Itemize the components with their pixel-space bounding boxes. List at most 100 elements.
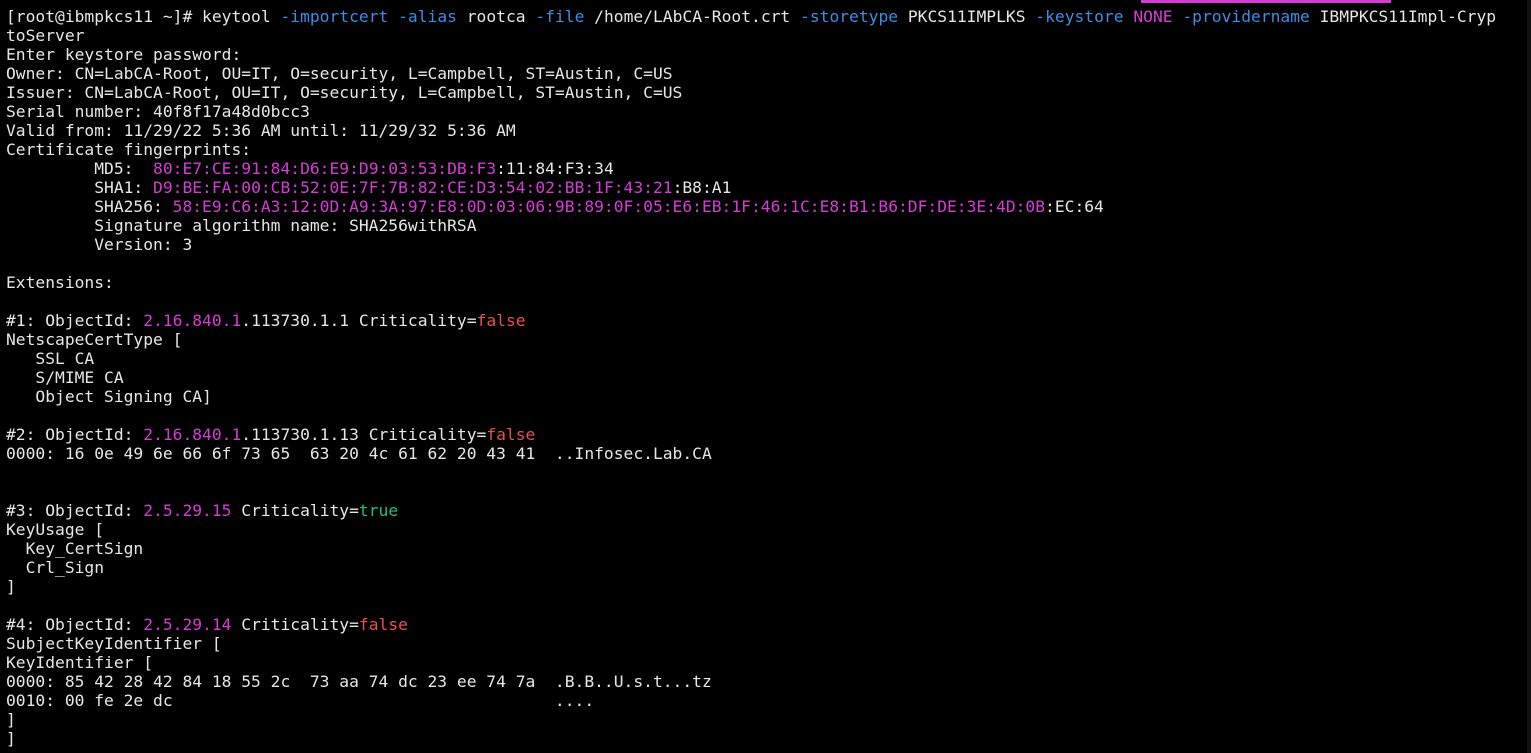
terminal-text-segment: Version: 3 xyxy=(6,235,193,254)
terminal-text-segment: #1: ObjectId: xyxy=(6,311,144,330)
terminal-text-segment: toServer xyxy=(6,26,85,45)
terminal-text-segment: :B8:A1 xyxy=(672,178,732,197)
terminal-text-segment: [root@ibmpkcs11 ~]# keytool xyxy=(6,7,281,26)
terminal-line: Serial number: 40f8f17a48d0bcc3 xyxy=(6,102,1531,121)
terminal-text-segment: :11:84:F3:34 xyxy=(496,159,614,178)
terminal-text-segment: #3: ObjectId: xyxy=(6,501,144,520)
scrollbar[interactable] xyxy=(1527,0,1531,753)
terminal-text-segment: MD5: xyxy=(6,159,154,178)
terminal-text-segment: 0000: 85 42 28 42 84 18 55 2c 73 aa 74 d… xyxy=(6,672,712,691)
terminal-text-segment: Enter keystore password: xyxy=(6,45,242,64)
terminal-text-segment: 58:E9:C6:A3:12:0D:A9:3A:97:E8:0D:03:06:9… xyxy=(172,197,1046,216)
terminal-text-segment: SSL CA xyxy=(6,349,95,368)
terminal-line: MD5: 80:E7:CE:91:84:D6:E9:D9:03:53:DB:F3… xyxy=(6,159,1531,178)
terminal-text-segment: KeyUsage [ xyxy=(6,520,105,539)
terminal-text-segment: 2.5.29.14 xyxy=(143,615,232,634)
terminal-line: NetscapeCertType [ xyxy=(6,330,1531,349)
terminal-line: Issuer: CN=LabCA-Root, OU=IT, O=security… xyxy=(6,83,1531,102)
terminal-text-segment: Crl_Sign xyxy=(6,558,105,577)
terminal-text-segment: Criticality= xyxy=(231,615,359,634)
terminal-text-segment: Object Signing CA] xyxy=(6,387,212,406)
terminal-text-segment: -alias xyxy=(398,7,457,26)
terminal-line: Key_CertSign xyxy=(6,539,1531,558)
terminal-text-segment: 2.5.29.15 xyxy=(143,501,232,520)
terminal-text-segment: 80:E7:CE:91:84:D6:E9:D9:03:53:DB:F3 xyxy=(153,159,497,178)
terminal-text-segment: -keystore xyxy=(1035,7,1124,26)
terminal-line: Signature algorithm name: SHA256withRSA xyxy=(6,216,1531,235)
terminal-line: ] xyxy=(6,729,1531,748)
terminal-text-segment: Extensions: xyxy=(6,273,114,292)
terminal-text-segment: Valid from: 11/29/22 5:36 AM until: 11/2… xyxy=(6,121,516,140)
terminal-line: 0000: 16 0e 49 6e 66 6f 73 65 63 20 4c 6… xyxy=(6,444,1531,463)
terminal-text-segment: rootca xyxy=(456,7,536,26)
terminal-text-segment: ] xyxy=(6,729,16,748)
terminal-text-segment: false xyxy=(358,615,408,634)
terminal-text-segment: Certificate fingerprints: xyxy=(6,140,252,159)
terminal-text-segment: ] xyxy=(6,577,16,596)
terminal-line: 0000: 85 42 28 42 84 18 55 2c 73 aa 74 d… xyxy=(6,672,1531,691)
terminal-text-segment: S/MIME CA xyxy=(6,368,124,387)
terminal-text-segment: IBMPKCS11Impl-Cryp xyxy=(1309,7,1497,26)
terminal-text-segment: #2: ObjectId: xyxy=(6,425,144,444)
terminal-text-segment: PKCS11IMPLKS xyxy=(898,7,1036,26)
terminal-text-segment: .113730.1.13 Criticality= xyxy=(241,425,487,444)
terminal-text-segment: -providername xyxy=(1182,7,1310,26)
terminal-text-segment: NetscapeCertType [ xyxy=(6,330,183,349)
terminal-output: [root@ibmpkcs11 ~]# keytool -importcert … xyxy=(6,7,1531,748)
selection-highlight-bar xyxy=(1141,0,1391,3)
terminal-line: SubjectKeyIdentifier [ xyxy=(6,634,1531,653)
terminal-line: SHA256: 58:E9:C6:A3:12:0D:A9:3A:97:E8:0D… xyxy=(6,197,1531,216)
terminal-line: Owner: CN=LabCA-Root, OU=IT, O=security,… xyxy=(6,64,1531,83)
terminal-line: Extensions: xyxy=(6,273,1531,292)
terminal-line: #4: ObjectId: 2.5.29.14 Criticality=fals… xyxy=(6,615,1531,634)
terminal-text-segment: -storetype xyxy=(800,7,899,26)
terminal-text-segment: Key_CertSign xyxy=(6,539,144,558)
terminal-text-segment: :EC:64 xyxy=(1045,197,1104,216)
terminal-text-segment: Criticality= xyxy=(231,501,359,520)
terminal-text-segment: Serial number: 40f8f17a48d0bcc3 xyxy=(6,102,310,121)
terminal-text-segment: SubjectKeyIdentifier [ xyxy=(6,634,222,653)
terminal-text-segment: #4: ObjectId: xyxy=(6,615,144,634)
terminal-line: SHA1: D9:BE:FA:00:CB:52:0E:7F:7B:82:CE:D… xyxy=(6,178,1531,197)
terminal-text-segment: -importcert xyxy=(280,7,389,26)
terminal-line: #2: ObjectId: 2.16.840.1.113730.1.13 Cri… xyxy=(6,425,1531,444)
terminal-text-segment: false xyxy=(476,311,526,330)
terminal-line: #3: ObjectId: 2.5.29.15 Criticality=true xyxy=(6,501,1531,520)
terminal-text-segment: -file xyxy=(535,7,585,26)
terminal-text-segment: ] xyxy=(6,710,16,729)
terminal-text-segment: 2.16.840.1 xyxy=(143,425,242,444)
terminal-line: [root@ibmpkcs11 ~]# keytool -importcert … xyxy=(6,7,1531,26)
terminal-line: ] xyxy=(6,577,1531,596)
terminal-text-segment: Issuer: CN=LabCA-Root, OU=IT, O=security… xyxy=(6,83,683,102)
terminal-window[interactable]: [root@ibmpkcs11 ~]# keytool -importcert … xyxy=(0,0,1531,753)
terminal-line: KeyIdentifier [ xyxy=(6,653,1531,672)
terminal-line: ] xyxy=(6,710,1531,729)
terminal-text-segment: 2.16.840.1 xyxy=(143,311,242,330)
terminal-text-segment: false xyxy=(486,425,536,444)
terminal-text-segment: /home/LAbCA-Root.crt xyxy=(584,7,801,26)
terminal-line: Enter keystore password: xyxy=(6,45,1531,64)
terminal-line: toServer xyxy=(6,26,1531,45)
terminal-line: Version: 3 xyxy=(6,235,1531,254)
terminal-text-segment: .113730.1.1 Criticality= xyxy=(241,311,477,330)
terminal-line: Crl_Sign xyxy=(6,558,1531,577)
terminal-text-segment: SHA256: xyxy=(6,197,173,216)
terminal-line: SSL CA xyxy=(6,349,1531,368)
terminal-line: KeyUsage [ xyxy=(6,520,1531,539)
terminal-text-segment: Owner: CN=LabCA-Root, OU=IT, O=security,… xyxy=(6,64,673,83)
terminal-text-segment: 0000: 16 0e 49 6e 66 6f 73 65 63 20 4c 6… xyxy=(6,444,712,463)
terminal-line: 0010: 00 fe 2e dc .... xyxy=(6,691,1531,710)
terminal-text-segment: Signature algorithm name: SHA256withRSA xyxy=(6,216,477,235)
terminal-line: Certificate fingerprints: xyxy=(6,140,1531,159)
terminal-text-segment: 0010: 00 fe 2e dc .... xyxy=(6,691,595,710)
terminal-line: Valid from: 11/29/22 5:36 AM until: 11/2… xyxy=(6,121,1531,140)
terminal-text-segment: KeyIdentifier [ xyxy=(6,653,154,672)
